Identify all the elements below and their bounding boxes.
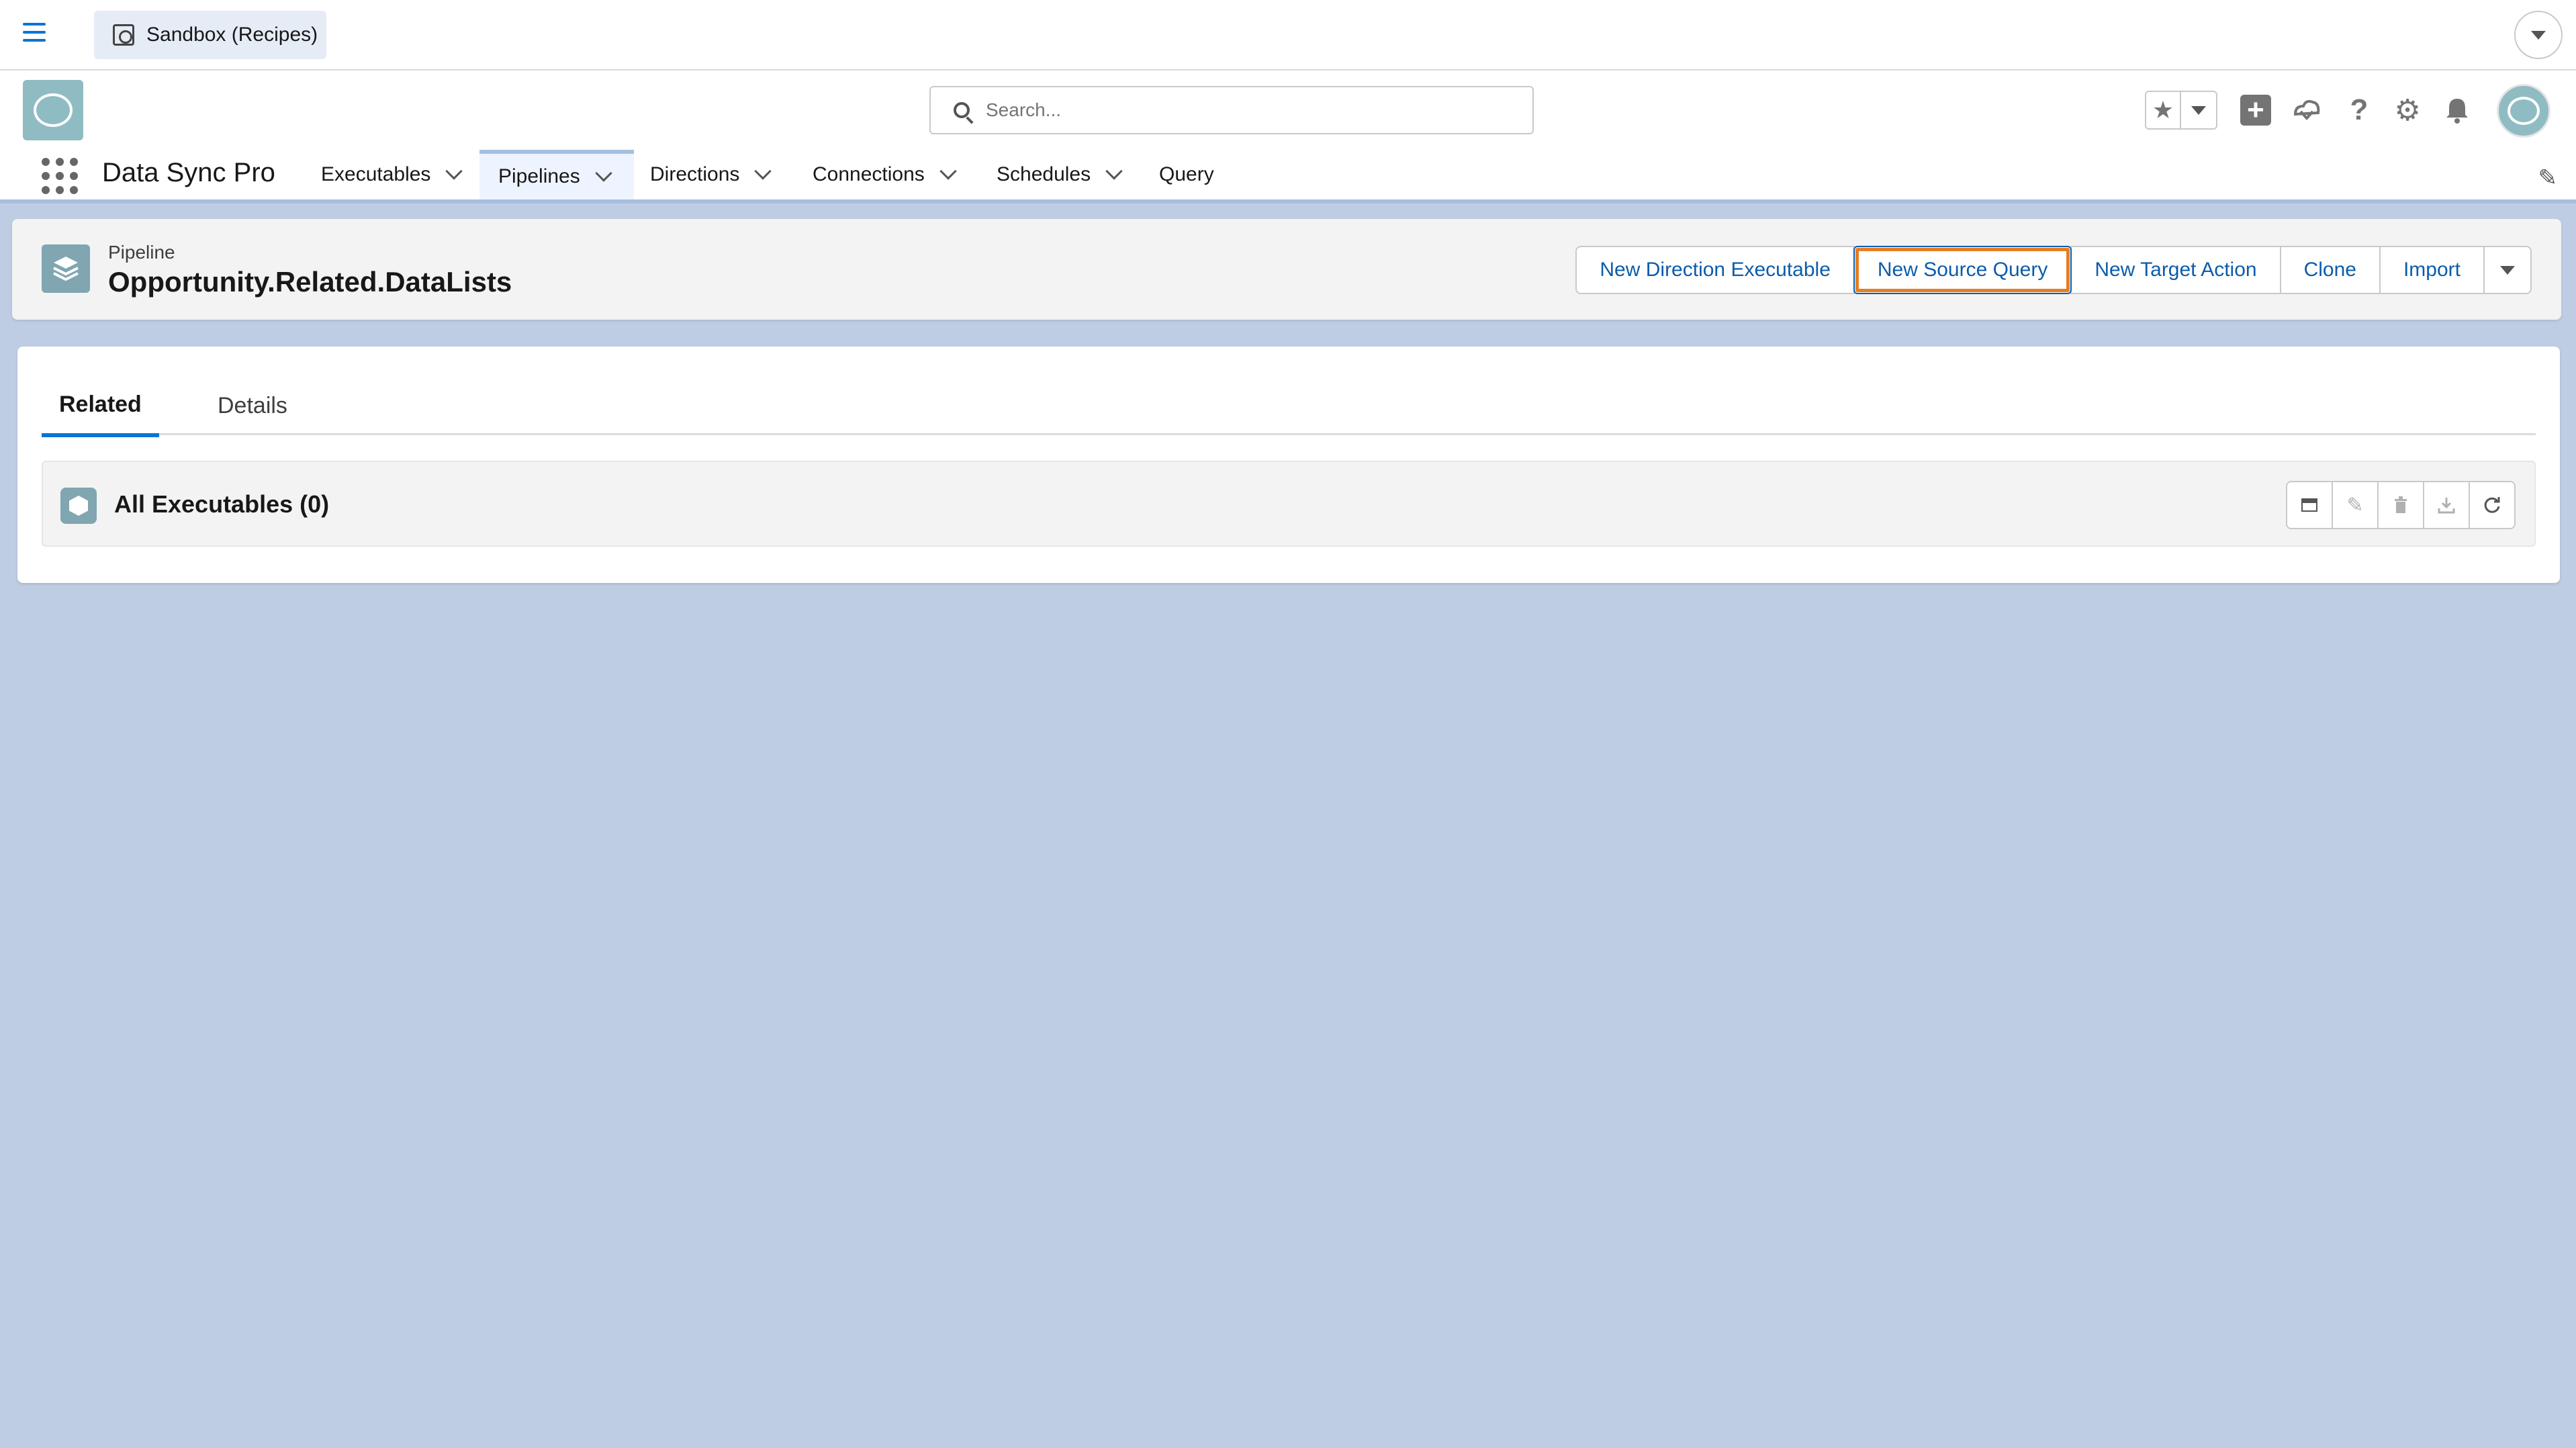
sandbox-indicator[interactable]: Sandbox (Recipes) — [94, 11, 326, 59]
new-direction-executable-button[interactable]: New Direction Executable — [1575, 246, 1855, 294]
nav-item-pipelines[interactable]: Pipelines — [479, 150, 634, 199]
related-list-actions: ✎ — [2286, 481, 2516, 529]
gear-icon[interactable]: ⚙ — [2391, 93, 2424, 127]
global-actions-button[interactable]: + — [2239, 93, 2272, 127]
new-target-action-button[interactable]: New Target Action — [2070, 246, 2281, 294]
chevron-down-icon[interactable] — [445, 163, 463, 180]
table-icon[interactable] — [2286, 481, 2333, 529]
nav-item-executables[interactable]: Executables — [321, 150, 463, 199]
nav-item-connections[interactable]: Connections — [813, 150, 957, 199]
chevron-down-icon — [2191, 105, 2206, 115]
app-name: Data Sync Pro — [102, 158, 275, 187]
related-list-executables: All Executables (0) ✎ — [42, 461, 2536, 547]
related-list-title[interactable]: All Executables (0) — [114, 490, 329, 518]
search-icon — [954, 102, 970, 118]
import-button[interactable]: Import — [2379, 246, 2485, 294]
edit-nav-pencil-icon[interactable]: ✎ — [2538, 165, 2558, 191]
new-source-query-button[interactable]: New Source Query — [1853, 246, 2072, 294]
chevron-down-icon[interactable] — [939, 163, 957, 180]
executable-hexagon-icon — [60, 488, 97, 524]
nav-item-label: Query — [1159, 163, 1214, 185]
hamburger-menu-icon[interactable] — [23, 23, 46, 46]
download-icon[interactable] — [2423, 481, 2470, 529]
favorites-dropdown-button[interactable] — [2181, 92, 2216, 128]
nav-item-label: Pipelines — [498, 165, 580, 187]
chevron-down-icon[interactable] — [754, 163, 772, 180]
clone-button[interactable]: Clone — [2279, 246, 2381, 294]
chevron-down-icon[interactable] — [595, 165, 612, 182]
sandbox-bar: Sandbox (Recipes) — [0, 0, 2576, 71]
record-header: Pipeline Opportunity.Related.DataLists N… — [12, 219, 2561, 320]
nav-item-query[interactable]: Query — [1159, 150, 1214, 199]
global-header: ★ + ? ⚙ — [0, 71, 2576, 150]
refresh-icon[interactable] — [2469, 481, 2516, 529]
record-detail-card: Related Details All Executables (0) ✎ — [17, 347, 2560, 583]
chevron-down-icon[interactable] — [1105, 163, 1123, 180]
record-type-label: Pipeline — [108, 242, 175, 263]
star-icon[interactable]: ★ — [2146, 92, 2181, 128]
cloud-icon[interactable] — [2290, 93, 2324, 127]
help-icon[interactable]: ? — [2342, 93, 2376, 127]
chevron-down-icon — [2500, 265, 2515, 275]
record-title: Opportunity.Related.DataLists — [108, 266, 512, 298]
pipeline-layers-icon — [42, 244, 90, 293]
nav-item-directions[interactable]: Directions — [650, 150, 772, 199]
tab-details[interactable]: Details — [200, 376, 305, 435]
edit-icon[interactable]: ✎ — [2332, 481, 2379, 529]
favorites-group: ★ — [2145, 91, 2217, 130]
more-actions-button[interactable] — [2483, 246, 2532, 294]
chevron-down-icon — [2531, 30, 2546, 40]
tab-related[interactable]: Related — [42, 376, 159, 437]
delete-icon[interactable] — [2377, 481, 2424, 529]
search-input[interactable] — [986, 99, 1510, 121]
nav-item-label: Connections — [813, 163, 925, 185]
app-launcher-icon[interactable] — [42, 158, 78, 194]
nav-item-label: Schedules — [997, 163, 1091, 185]
record-action-buttons: New Direction Executable New Source Quer… — [1575, 246, 2532, 294]
sandbox-label: Sandbox (Recipes) — [146, 24, 318, 46]
plus-icon: + — [2240, 95, 2271, 126]
org-logo — [23, 80, 83, 140]
nav-item-label: Executables — [321, 163, 431, 185]
bell-icon[interactable] — [2440, 93, 2474, 127]
app-navigation: Data Sync Pro Executables Pipelines Dire… — [0, 150, 2576, 203]
nav-item-schedules[interactable]: Schedules — [997, 150, 1123, 199]
sandbox-icon — [113, 24, 134, 46]
nav-item-label: Directions — [650, 163, 740, 185]
record-tabs: Related Details — [42, 376, 2536, 437]
sandbox-dropdown-button[interactable] — [2514, 11, 2563, 59]
global-search[interactable] — [929, 86, 1534, 134]
user-avatar[interactable] — [2497, 84, 2550, 138]
